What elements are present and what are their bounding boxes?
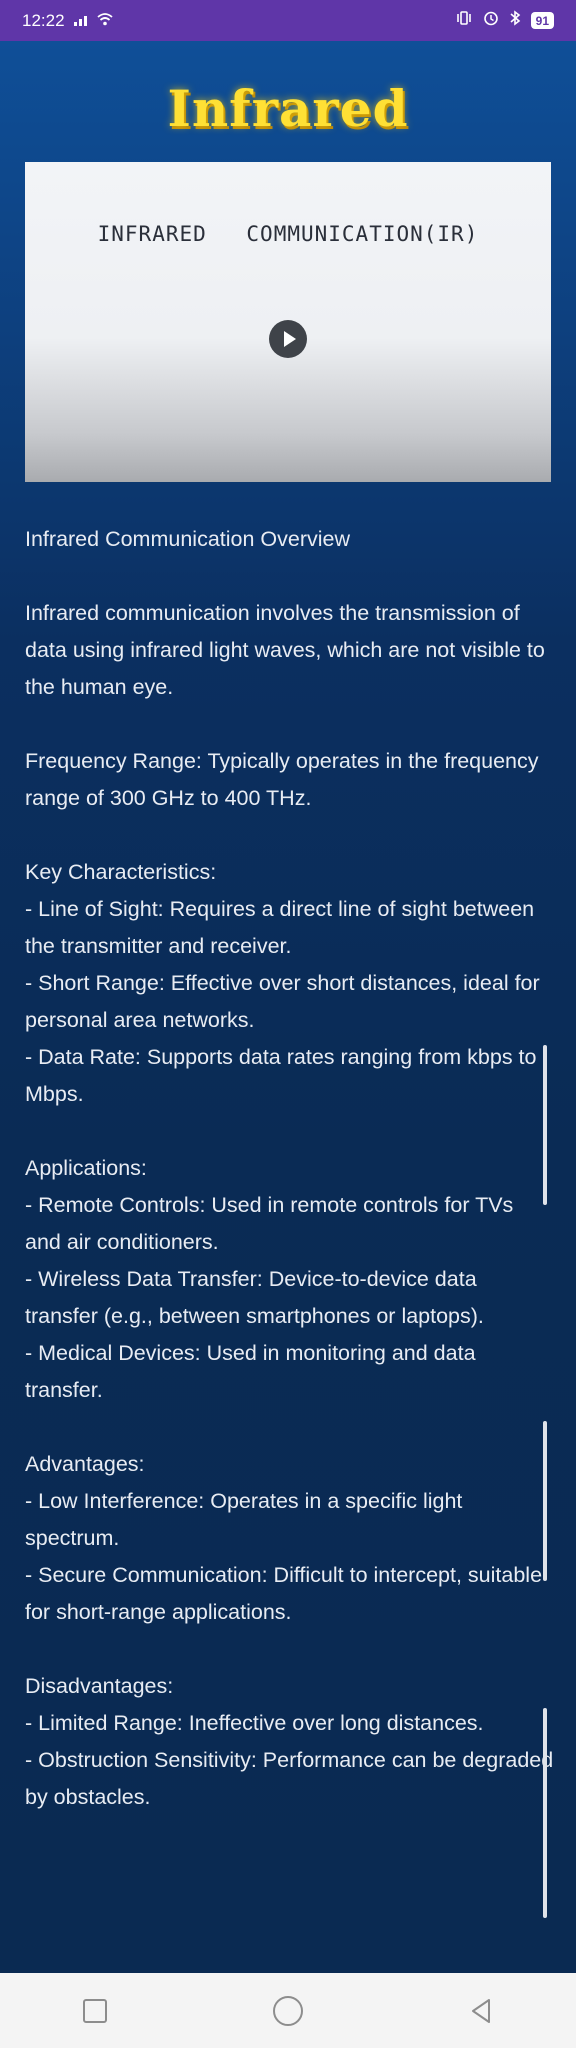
vibrate-icon bbox=[455, 10, 473, 31]
status-left: 12:22 bbox=[22, 11, 113, 31]
article-frequency: Frequency Range: Typically operates in t… bbox=[25, 749, 539, 810]
play-icon bbox=[283, 331, 296, 347]
list-item: - Low Interference: Operates in a specif… bbox=[25, 1489, 463, 1550]
bluetooth-icon bbox=[509, 10, 521, 31]
page-title: Infrared bbox=[167, 79, 409, 138]
section-heading-advantages: Advantages: bbox=[25, 1452, 145, 1476]
home-icon[interactable] bbox=[273, 1995, 303, 2026]
signal-icon bbox=[73, 11, 89, 31]
list-item: - Data Rate: Supports data rates ranging… bbox=[25, 1045, 537, 1106]
scrollbar-thumb[interactable] bbox=[543, 1421, 547, 1581]
battery-indicator: 91 bbox=[530, 12, 554, 29]
wifi-icon bbox=[96, 11, 113, 31]
recents-icon[interactable] bbox=[83, 1998, 107, 2023]
navigation-bar bbox=[0, 1973, 576, 2048]
section-heading-characteristics: Key Characteristics: bbox=[25, 860, 217, 884]
scrollbar-thumb[interactable] bbox=[543, 1708, 547, 1918]
article-heading: Infrared Communication Overview bbox=[25, 527, 351, 551]
back-icon[interactable] bbox=[469, 1998, 493, 2024]
article-intro: Infrared communication involves the tran… bbox=[25, 601, 545, 699]
list-item: - Line of Sight: Requires a direct line … bbox=[25, 897, 535, 958]
status-time: 12:22 bbox=[22, 10, 65, 30]
status-right: 91 bbox=[455, 10, 554, 31]
section-heading-applications: Applications: bbox=[25, 1156, 147, 1180]
section-heading-disadvantages: Disadvantages: bbox=[25, 1674, 174, 1698]
list-item: - Remote Controls: Used in remote contro… bbox=[25, 1193, 514, 1254]
scrollbar-thumb[interactable] bbox=[543, 1045, 547, 1205]
list-item: - Wireless Data Transfer: Device-to-devi… bbox=[25, 1267, 484, 1328]
video-player[interactable]: INFRARED COMMUNICATION(IR) bbox=[25, 162, 551, 482]
list-item: - Medical Devices: Used in monitoring an… bbox=[25, 1341, 476, 1402]
list-item: - Obstruction Sensitivity: Performance c… bbox=[25, 1748, 554, 1809]
play-button[interactable] bbox=[269, 320, 307, 358]
list-item: - Short Range: Effective over short dist… bbox=[25, 971, 540, 1032]
status-bar: 12:22 91 bbox=[0, 0, 576, 41]
video-caption: INFRARED COMMUNICATION(IR) bbox=[97, 222, 479, 246]
main-content[interactable]: Infrared INFRARED COMMUNICATION(IR) Infr… bbox=[0, 41, 576, 1973]
list-item: - Limited Range: Ineffective over long d… bbox=[25, 1711, 484, 1735]
article-body: Infrared Communication Overview Infrared… bbox=[25, 521, 555, 1816]
alarm-icon bbox=[483, 10, 499, 31]
list-item: - Secure Communication: Difficult to int… bbox=[25, 1563, 543, 1624]
